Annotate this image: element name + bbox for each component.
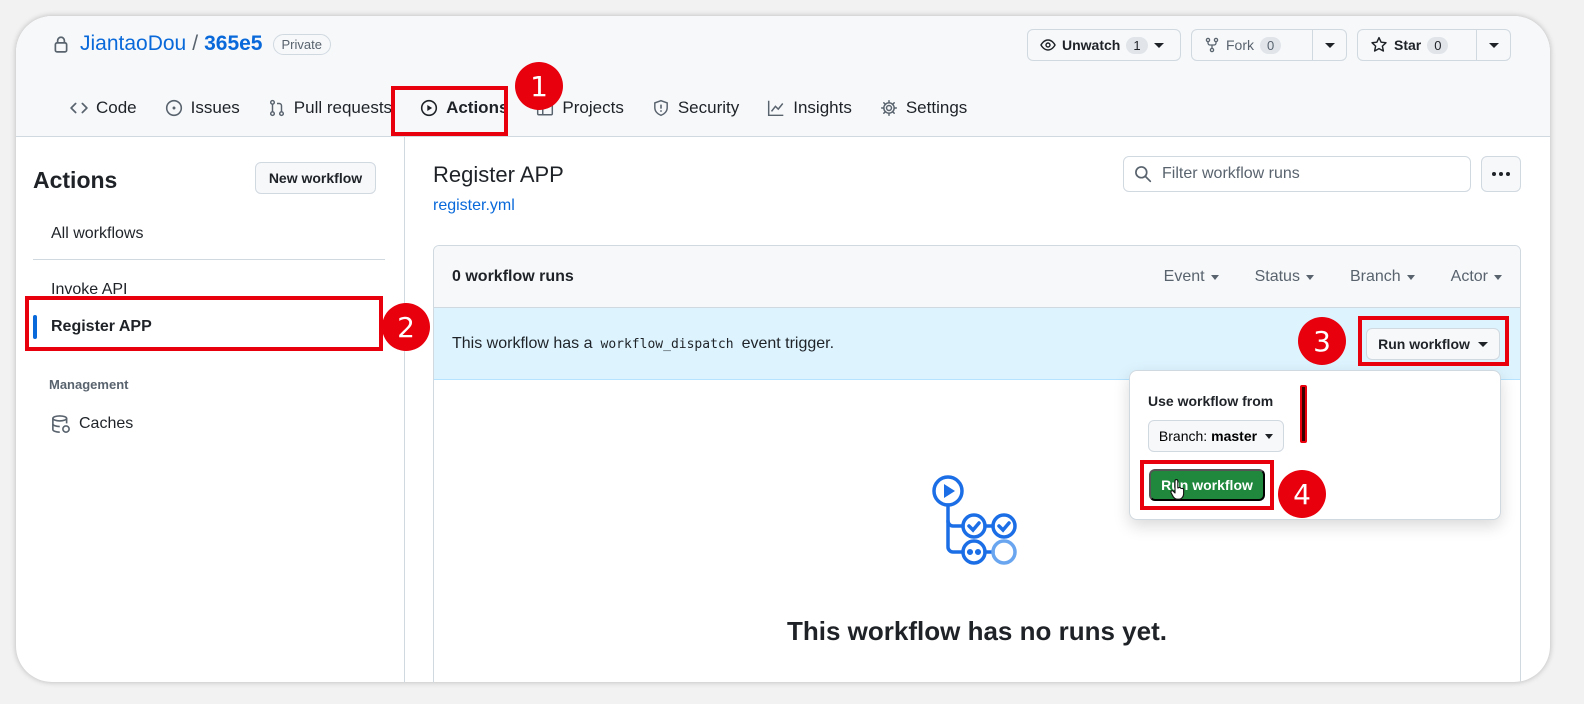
tab-security[interactable]: Security xyxy=(638,94,753,122)
tab-settings[interactable]: Settings xyxy=(866,94,981,122)
management-label: Management xyxy=(49,377,129,392)
runs-filters: Event Status Branch Actor xyxy=(1164,268,1502,286)
fork-dropdown-button[interactable] xyxy=(1312,30,1346,60)
filter-actor[interactable]: Actor xyxy=(1451,268,1502,286)
git-pull-request-icon xyxy=(269,99,284,117)
sidebar-item-all-workflows[interactable]: All workflows xyxy=(51,225,143,243)
fork-button-group: Fork 0 xyxy=(1191,29,1347,61)
workflow-title: Register APP xyxy=(433,162,564,187)
watch-count: 1 xyxy=(1126,36,1148,54)
gear-icon xyxy=(880,99,897,117)
tab-label: Projects xyxy=(562,98,624,117)
highlight-register-app xyxy=(25,296,383,351)
filter-label: Actor xyxy=(1450,268,1488,285)
repo-forked-icon xyxy=(1205,37,1219,53)
chevron-down-icon xyxy=(1210,274,1219,280)
star-label: Star xyxy=(1394,37,1422,53)
chevron-down-icon xyxy=(1153,42,1164,48)
annotation-badge-4: 4 xyxy=(1278,470,1326,518)
fork-count: 0 xyxy=(1260,36,1282,54)
filter-placeholder: Filter workflow runs xyxy=(1162,165,1300,182)
annotation-badge-1: 1 xyxy=(515,62,563,110)
annotation-badge-2: 2 xyxy=(382,303,430,351)
sidebar-title: Actions xyxy=(33,167,118,193)
star-dropdown-button[interactable] xyxy=(1476,30,1510,60)
chevron-down-icon xyxy=(1406,274,1415,280)
kebab-horizontal-icon xyxy=(1492,172,1510,176)
code-icon xyxy=(70,102,88,114)
runs-header: 0 workflow runs Event Status Branch Acto… xyxy=(434,246,1520,308)
actions-sidebar: Actions New workflow All workflows Invok… xyxy=(16,137,405,682)
chevron-down-icon xyxy=(1305,274,1314,280)
runs-count: 0 workflow runs xyxy=(452,268,574,285)
highlight-run-workflow-button xyxy=(1358,316,1509,366)
repo-title: JiantaoDou / 365e5 Private xyxy=(52,32,331,56)
chevron-down-icon xyxy=(1324,42,1335,48)
filter-label: Branch xyxy=(1349,268,1401,285)
dispatch-text: This workflow has a workflow_dispatch ev… xyxy=(452,335,834,353)
sidebar-item-caches[interactable]: Caches xyxy=(51,414,133,434)
tab-insights[interactable]: Insights xyxy=(753,94,866,122)
visibility-badge: Private xyxy=(272,33,331,55)
unwatch-button[interactable]: Unwatch 1 xyxy=(1027,29,1181,61)
database-icon xyxy=(52,415,70,433)
use-workflow-from-label: Use workflow from xyxy=(1148,393,1274,409)
branch-prefix: Branch: xyxy=(1158,428,1208,444)
sidebar-divider xyxy=(33,259,385,260)
search-icon xyxy=(1135,166,1152,183)
filter-status[interactable]: Status xyxy=(1255,268,1314,286)
fork-label: Fork xyxy=(1226,37,1254,53)
highlight-run-workflow-submit xyxy=(1140,460,1274,510)
tab-label: Insights xyxy=(793,98,852,117)
repo-owner-link[interactable]: JiantaoDou xyxy=(80,32,186,56)
tab-label: Settings xyxy=(905,98,968,117)
browser-frame: JiantaoDou / 365e5 Private Unwatch 1 For… xyxy=(16,16,1550,682)
dispatch-prefix: This workflow has a xyxy=(452,335,593,352)
highlight-actions-tab xyxy=(391,86,508,136)
repo-separator: / xyxy=(192,32,199,55)
tab-code[interactable]: Code xyxy=(56,94,151,122)
unwatch-label: Unwatch xyxy=(1062,37,1121,53)
star-button-group: Star 0 xyxy=(1357,29,1511,61)
branch-name: master xyxy=(1211,428,1258,444)
filter-branch[interactable]: Branch xyxy=(1350,268,1415,286)
graph-icon xyxy=(768,100,784,117)
star-count: 0 xyxy=(1427,36,1449,54)
annotation-mark xyxy=(1300,385,1307,443)
filter-event[interactable]: Event xyxy=(1164,268,1219,286)
star-button[interactable]: Star 0 xyxy=(1358,30,1476,60)
eye-icon xyxy=(1040,39,1056,51)
workflow-empty-icon xyxy=(926,471,1046,586)
tab-issues[interactable]: Issues xyxy=(151,94,254,122)
lock-icon xyxy=(54,36,68,53)
filter-label: Status xyxy=(1254,268,1300,285)
tab-pull-requests[interactable]: Pull requests xyxy=(254,94,406,122)
repo-header: JiantaoDou / 365e5 Private Unwatch 1 For… xyxy=(16,16,1550,137)
chevron-down-icon xyxy=(1265,433,1274,439)
chevron-down-icon xyxy=(1494,274,1502,280)
fork-button[interactable]: Fork 0 xyxy=(1192,30,1312,60)
tab-label: Security xyxy=(677,98,740,117)
annotation-badge-3: 3 xyxy=(1298,317,1346,365)
repo-name-link[interactable]: 365e5 xyxy=(204,32,262,56)
tab-label: Pull requests xyxy=(293,98,393,117)
branch-select-button[interactable]: Branch: master xyxy=(1148,420,1284,452)
shield-icon xyxy=(653,99,668,117)
filter-label: Event xyxy=(1163,268,1205,285)
workflow-file-link[interactable]: register.yml xyxy=(433,197,515,215)
tab-label: Code xyxy=(96,98,137,117)
caches-label: Caches xyxy=(79,415,134,432)
new-workflow-button[interactable]: New workflow xyxy=(255,162,376,194)
chevron-down-icon xyxy=(1488,42,1499,48)
tab-label: Issues xyxy=(190,98,240,117)
more-options-button[interactable] xyxy=(1481,156,1521,192)
filter-workflow-runs-input[interactable]: Filter workflow runs xyxy=(1123,156,1471,192)
dispatch-code: workflow_dispatch xyxy=(600,336,734,352)
dispatch-suffix: event trigger. xyxy=(741,335,835,352)
issue-opened-icon xyxy=(165,99,182,117)
empty-state-heading: This workflow has no runs yet. xyxy=(787,616,1167,646)
star-icon xyxy=(1371,36,1387,52)
